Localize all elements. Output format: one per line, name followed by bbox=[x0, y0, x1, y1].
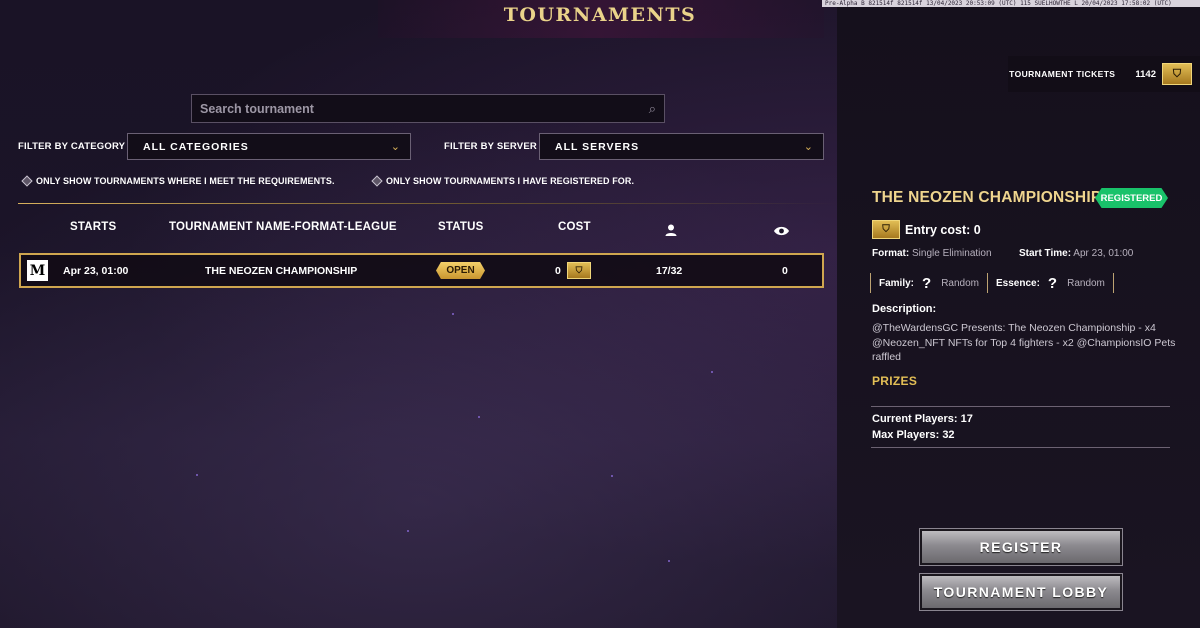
row-name: THE NEOZEN CHAMPIONSHIP bbox=[205, 265, 358, 277]
max-players: Max Players: 32 bbox=[872, 429, 955, 441]
ticket-icon: ⛉ bbox=[567, 262, 591, 279]
question-icon: ? bbox=[1047, 274, 1058, 292]
format-label: Format: bbox=[872, 248, 910, 259]
checkbox-icon[interactable] bbox=[21, 175, 33, 187]
register-button[interactable]: REGISTER bbox=[919, 528, 1123, 566]
separator bbox=[1112, 273, 1114, 293]
table-divider bbox=[18, 203, 836, 204]
category-select-value: ALL CATEGORIES bbox=[143, 140, 249, 153]
meet-requirements-checkbox[interactable]: ONLY SHOW TOURNAMENTS WHERE I MEET THE R… bbox=[21, 175, 335, 187]
category-select[interactable]: ALL CATEGORIES ⌄ bbox=[127, 133, 411, 160]
row-players: 17/32 bbox=[656, 265, 683, 277]
sparkle bbox=[196, 474, 198, 476]
divider bbox=[871, 406, 1170, 407]
current-players: Current Players: 17 bbox=[872, 413, 973, 425]
user-icon[interactable] bbox=[664, 223, 678, 240]
format-info: Format: Single Elimination bbox=[872, 248, 992, 259]
eye-icon[interactable] bbox=[773, 225, 790, 240]
chevron-down-icon: ⌄ bbox=[390, 141, 400, 153]
header-cost[interactable]: COST bbox=[558, 221, 591, 233]
tournament-tickets: TOURNAMENT TICKETS 1142 ⛉ bbox=[1008, 56, 1200, 92]
entry-cost: ⛉ Entry cost: 0 bbox=[872, 220, 981, 239]
entry-cost-text: Entry cost: 0 bbox=[905, 222, 981, 237]
chevron-down-icon: ⌄ bbox=[803, 141, 813, 153]
status-badge: OPEN bbox=[436, 262, 485, 279]
sparkle bbox=[407, 530, 409, 532]
tournament-lobby-button[interactable]: TOURNAMENT LOBBY bbox=[919, 573, 1123, 611]
ticket-icon: ⛉ bbox=[1162, 63, 1192, 85]
start-time-value: Apr 23, 01:00 bbox=[1073, 248, 1134, 259]
server-select[interactable]: ALL SERVERS ⌄ bbox=[539, 133, 824, 160]
search-box[interactable]: ⌕ bbox=[191, 94, 665, 123]
tickets-label: TOURNAMENT TICKETS bbox=[1009, 69, 1116, 79]
separator bbox=[870, 273, 871, 293]
category-filter-label: FILTER BY CATEGORY bbox=[18, 141, 126, 152]
start-time-info: Start Time: Apr 23, 01:00 bbox=[1019, 248, 1133, 259]
format-value: Single Elimination bbox=[912, 248, 992, 259]
registered-badge: REGISTERED bbox=[1095, 188, 1168, 208]
start-time-label: Start Time: bbox=[1019, 248, 1072, 259]
tickets-count: 1142 bbox=[1135, 68, 1156, 80]
prizes-heading: PRIZES bbox=[872, 374, 918, 388]
header-starts[interactable]: STARTS bbox=[70, 221, 116, 233]
divider bbox=[871, 447, 1170, 448]
sparkle bbox=[668, 560, 670, 562]
separator bbox=[987, 273, 988, 293]
ticket-icon: ⛉ bbox=[872, 220, 900, 239]
essence-label: Essence: bbox=[996, 277, 1040, 289]
meet-requirements-label: ONLY SHOW TOURNAMENTS WHERE I MEET THE R… bbox=[36, 176, 335, 186]
search-icon[interactable]: ⌕ bbox=[649, 101, 656, 117]
essence-value: Random bbox=[1067, 277, 1105, 289]
sparkle bbox=[452, 313, 454, 315]
row-cost: 0 bbox=[555, 265, 561, 277]
header-name[interactable]: TOURNAMENT NAME-FORMAT-LEAGUE bbox=[169, 221, 397, 233]
page-title: TOURNAMENTS bbox=[503, 4, 697, 26]
description-text: @TheWardensGC Presents: The Neozen Champ… bbox=[872, 322, 1176, 363]
server-select-value: ALL SERVERS bbox=[555, 140, 640, 153]
family-essence-row: Family: ? Random Essence: ? Random bbox=[870, 272, 1128, 294]
sparkle bbox=[478, 416, 480, 418]
league-badge: M bbox=[27, 260, 48, 281]
question-icon: ? bbox=[922, 274, 932, 292]
family-value: Random bbox=[941, 277, 979, 289]
table-row[interactable]: M Apr 23, 01:00 THE NEOZEN CHAMPIONSHIP … bbox=[19, 253, 824, 288]
registered-only-checkbox[interactable]: ONLY SHOW TOURNAMENTS I HAVE REGISTERED … bbox=[371, 175, 635, 187]
header-status[interactable]: STATUS bbox=[438, 221, 484, 233]
sparkle bbox=[611, 475, 613, 477]
sparkle bbox=[711, 371, 713, 373]
row-starts: Apr 23, 01:00 bbox=[63, 265, 129, 277]
details-title: THE NEOZEN CHAMPIONSHIP bbox=[872, 189, 1102, 206]
row-spectators: 0 bbox=[782, 265, 788, 277]
server-filter-label: FILTER BY SERVER bbox=[444, 141, 537, 152]
registered-only-label: ONLY SHOW TOURNAMENTS I HAVE REGISTERED … bbox=[386, 176, 635, 186]
search-input[interactable] bbox=[200, 101, 649, 116]
family-label: Family: bbox=[879, 277, 915, 289]
description-label: Description: bbox=[872, 303, 937, 315]
checkbox-icon[interactable] bbox=[371, 175, 383, 187]
